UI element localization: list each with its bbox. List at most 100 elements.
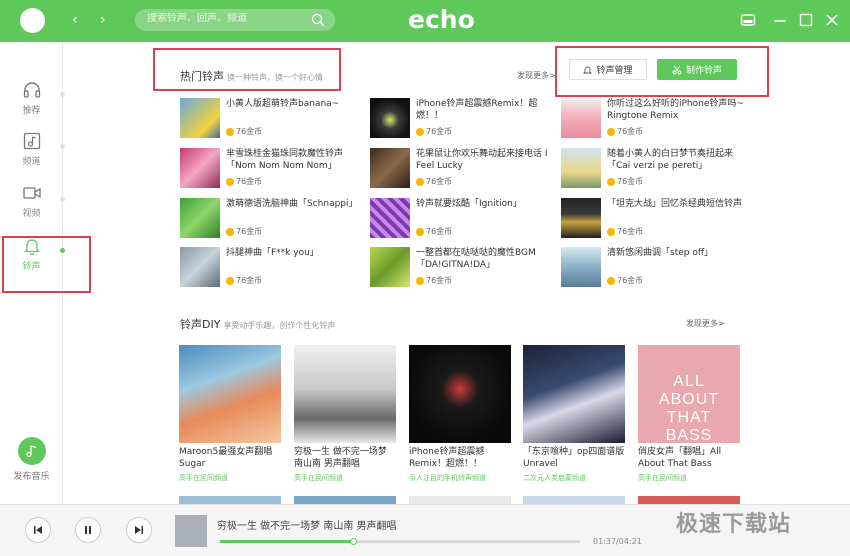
price-text: 76金币 <box>236 227 263 236</box>
diy-card[interactable]: 穷极一生 做不完一场梦 南山南 男声翻唱 高手在民间频道 <box>294 345 396 483</box>
music-note-icon <box>23 132 40 150</box>
progress-handle[interactable] <box>350 538 358 545</box>
hot-more-link[interactable]: 发现更多> <box>517 70 556 81</box>
ringtone-title: 你听过这么好听的iPhone铃声吗~ Ringtone Remix <box>607 99 744 121</box>
coin-icon <box>416 127 424 136</box>
sidebar-item-label: 视频 <box>22 209 41 219</box>
ringtone-item[interactable]: 芈雪珠桂金猫珠同款魔性铃声「Nom Nom Nom Nom」 76金币 <box>180 148 365 190</box>
sidebar-item-label: 铃声 <box>22 262 41 272</box>
ringtone-item[interactable]: 激萌德语洗脑神曲「Schnappi」 76金币 <box>180 198 365 240</box>
diy-cover <box>179 345 281 443</box>
coin-icon <box>607 276 615 285</box>
progress-fill <box>220 540 354 543</box>
ringtone-item[interactable]: 你听过这么好听的iPhone铃声吗~ Ringtone Remix 76金币 <box>561 98 746 140</box>
sidebar-item-recommend[interactable]: 推荐 <box>0 80 63 130</box>
ringtone-price: 76金币 <box>607 126 643 137</box>
diy-more-link[interactable]: 发现更多> <box>686 318 725 329</box>
ringtone-item[interactable]: 清新悠闲曲调「step off」 76金币 <box>561 247 746 289</box>
diy-cover: ALL ABOUT THAT BASS <box>638 345 740 444</box>
minimize-icon[interactable] <box>772 12 788 28</box>
ringtone-price: 76金币 <box>607 275 643 286</box>
ringtone-item[interactable]: 一整首都在哒哒哒的魔性BGM「DA!GITNA!DA」 76金币 <box>370 247 555 289</box>
close-icon[interactable] <box>824 12 840 28</box>
price-text: 76金币 <box>617 276 644 285</box>
now-playing-cover[interactable] <box>175 515 207 547</box>
bell-icon <box>23 239 40 256</box>
ringtone-item[interactable]: iPhone铃声超震撼Remix！超燃！！ 76金币 <box>370 98 555 140</box>
diy-title: 「东京喰种」op四面谱版 Unravel <box>523 447 625 469</box>
diy-card[interactable]: Maroon5最强女声翻唱Sugar 高手在民间频道 <box>179 345 281 483</box>
back-arrow-icon[interactable]: ‹ <box>72 12 78 28</box>
make-ringtone-button[interactable]: 制作铃声 <box>657 59 737 80</box>
ringtone-title: 清新悠闲曲调「step off」 <box>607 248 714 258</box>
diy-card[interactable]: iPhone铃声超震撼Remix！超燃！！ 引人注目的手机铃声频道 <box>409 345 511 483</box>
avatar[interactable] <box>20 8 45 33</box>
price-text: 76金币 <box>236 276 263 285</box>
mini-mode-icon[interactable] <box>740 12 756 28</box>
music-note-icon <box>25 445 36 458</box>
next-button[interactable] <box>126 517 152 543</box>
ringtone-item[interactable]: 随着小黄人的白日梦节奏扭起来「Cai verzi pe pereti」 76金币 <box>561 148 746 190</box>
diy-channel[interactable]: 高手在民间频道 <box>638 473 740 483</box>
coin-icon <box>607 127 615 136</box>
coin-icon <box>416 177 424 186</box>
ringtone-item[interactable]: 小黄人版超萌铃声banana~ 76金币 <box>180 98 365 140</box>
section-subtitle: 享受动手乐趣，创作个性化铃声 <box>223 321 336 330</box>
maximize-icon[interactable] <box>798 12 814 28</box>
forward-arrow-icon[interactable]: › <box>100 12 106 28</box>
coin-icon <box>416 276 424 285</box>
ringtone-thumbnail <box>561 198 601 238</box>
now-playing-title: 穷极一生 做不完一场梦 南山南 男声翻唱 <box>217 521 397 532</box>
section-subtitle: 换一种铃声，换一个好心情 <box>227 73 323 82</box>
diy-card[interactable]: 「东京喰种」op四面谱版 Unravel 二次元人类启蒙频道 <box>523 345 625 483</box>
search-icon[interactable] <box>311 13 325 27</box>
price-text: 76金币 <box>426 276 453 285</box>
bell-icon <box>583 66 593 73</box>
diy-card[interactable]: ALL ABOUT THAT BASS 俏皮女声「翻唱」All About Th… <box>638 345 740 483</box>
search-input[interactable] <box>147 13 307 24</box>
ringtone-item[interactable]: 抖腿神曲「F**k you」 76金币 <box>180 247 365 289</box>
playback-time: 01:37/04:21 <box>593 537 642 546</box>
diy-channel[interactable]: 高手在民间频道 <box>294 473 396 483</box>
ringtone-thumbnail <box>370 98 410 138</box>
ringtone-thumbnail <box>180 247 220 287</box>
hot-section-title: 热门铃声 换一种铃声，换一个好心情 <box>180 68 323 84</box>
previous-button[interactable] <box>25 517 51 543</box>
ringtone-thumbnail <box>370 247 410 287</box>
next-icon <box>135 526 143 534</box>
watermark: 极速下载站 <box>676 512 792 537</box>
ringtone-price: 76金币 <box>607 176 643 187</box>
ringtone-thumbnail <box>180 98 220 138</box>
sidebar-item-ringtone[interactable]: 铃声 <box>0 236 63 286</box>
price-text: 76金币 <box>236 127 263 136</box>
diy-cover-partial <box>523 496 625 504</box>
price-text: 76金币 <box>426 127 453 136</box>
diy-channel[interactable]: 引人注目的手机铃声频道 <box>409 473 511 483</box>
pause-button[interactable] <box>75 517 101 543</box>
ringtone-title: 「坦克大战」回忆杀经典短信铃声 <box>607 199 743 209</box>
ringtone-price: 76金币 <box>416 176 452 187</box>
ringtone-title: 芈雪珠桂金猫珠同款魔性铃声「Nom Nom Nom Nom」 <box>226 149 344 171</box>
publish-music-button[interactable]: 发布音乐 <box>0 437 63 482</box>
ringtone-title: 一整首都在哒哒哒的魔性BGM「DA!GITNA!DA」 <box>416 248 536 270</box>
publish-label: 发布音乐 <box>13 472 50 482</box>
sidebar-item-channel[interactable]: 频道 <box>0 131 63 181</box>
price-text: 76金币 <box>617 127 644 136</box>
search-box <box>135 9 335 31</box>
ringtone-manage-button[interactable]: 铃声管理 <box>569 59 647 80</box>
sidebar-item-label: 推荐 <box>22 106 41 116</box>
diy-cover-partial <box>179 496 281 504</box>
ringtone-item[interactable]: 「坦克大战」回忆杀经典短信铃声 76金币 <box>561 198 746 240</box>
title-bar: ‹ › echo <box>0 0 850 42</box>
diy-title: Maroon5最强女声翻唱Sugar <box>179 447 273 469</box>
ringtone-price: 76金币 <box>226 226 262 237</box>
ringtone-item[interactable]: 花果鼠让你欢乐舞动起来接电话 I Feel Lucky 76金币 <box>370 148 555 190</box>
diy-section-title: 铃声DIY 享受动手乐趣，创作个性化铃声 <box>180 316 335 332</box>
diy-channel[interactable]: 二次元人类启蒙频道 <box>523 473 625 483</box>
sidebar-item-video[interactable]: 视频 <box>0 183 63 233</box>
progress-bar[interactable] <box>220 538 580 545</box>
ringtone-item[interactable]: 铃声就要炫酷「Ignition」 76金币 <box>370 198 555 240</box>
sidebar-dot-active <box>60 248 65 253</box>
diy-channel[interactable]: 高手在民间频道 <box>179 473 281 483</box>
ringtone-thumbnail <box>370 198 410 238</box>
